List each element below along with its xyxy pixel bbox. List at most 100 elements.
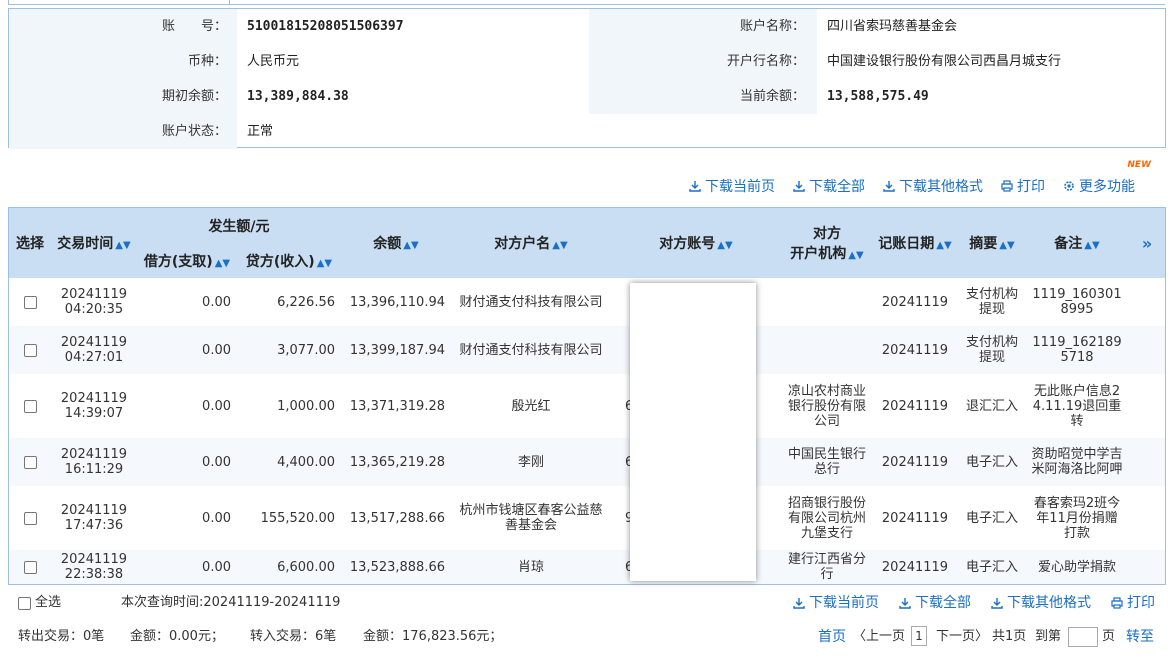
footer-download-all-label: 下载全部	[915, 595, 971, 611]
row-remark: 爱心助学捐款	[1027, 550, 1127, 584]
row-balance: 13,396,110.94	[349, 294, 445, 310]
download-other-format-button[interactable]: 下载其他格式	[883, 176, 983, 196]
table-row[interactable]: 20241119 04:20:35 0.00 6,226.56 13,396,110.9…	[9, 278, 1165, 326]
row-balance: 13,365,219.28	[341, 438, 451, 486]
sort-icon: ▲▼	[848, 250, 864, 261]
page-number-input[interactable]	[1068, 626, 1098, 647]
row-post-date: 20241119	[873, 326, 957, 374]
status-value: 正常	[247, 124, 274, 139]
row-checkbox[interactable]	[23, 343, 37, 357]
col-counter-bank[interactable]: 对方 开户机构 ▲▼	[781, 208, 873, 278]
col-credit-label: 贷方(收入)	[245, 254, 315, 270]
download-page-button[interactable]: 下载当前页	[689, 176, 775, 196]
row-counter-bank: 招商银行股份有限公司杭州九堡支行	[787, 495, 866, 541]
row-counter-bank: 中国民生银行总行	[781, 438, 873, 486]
row-select-cell	[9, 278, 51, 326]
row-select-cell	[9, 374, 51, 438]
expand-columns-icon[interactable]: »	[1127, 208, 1165, 278]
row-balance: 13,523,888.66	[341, 550, 451, 584]
col-balance-label: 余额	[373, 236, 402, 252]
row-time: 04:20:35	[64, 302, 124, 317]
printer-icon	[1001, 180, 1013, 192]
row-summary: 电子汇入	[965, 510, 1018, 526]
info-row-account: 账 号： 51001815208051506397 账户名称： 四川省索玛慈善基…	[9, 9, 1165, 44]
row-checkbox[interactable]	[23, 295, 37, 309]
col-remark[interactable]: 备注 ▲▼	[1027, 208, 1127, 278]
row-checkbox[interactable]	[23, 560, 37, 574]
row-credit: 4,400.00	[237, 438, 341, 486]
col-debit[interactable]: 借方(支取) ▲▼	[137, 244, 237, 278]
row-balance: 13,517,288.66	[349, 510, 445, 526]
col-balance[interactable]: 余额 ▲▼	[341, 208, 451, 278]
col-post-date[interactable]: 记账日期 ▲▼	[873, 208, 957, 278]
download-other-format-label: 下载其他格式	[899, 179, 983, 195]
row-counterparty: 财付通支付科技有限公司	[459, 294, 603, 310]
print-button[interactable]: 打印	[1001, 176, 1045, 196]
col-counterparty[interactable]: 对方户名 ▲▼	[451, 208, 611, 278]
out-count: 转出交易：0笔	[18, 629, 105, 644]
select-all-label: 全选	[35, 595, 62, 610]
page-current: 1	[911, 626, 927, 646]
row-counter-bank	[781, 326, 873, 374]
row-checkbox[interactable]	[23, 399, 37, 413]
row-credit: 6,226.56	[277, 294, 335, 310]
table-row[interactable]: 20241119 14:39:07 0.00 1,000.00 13,371,319.2…	[9, 374, 1165, 438]
row-date: 20241119	[60, 503, 128, 518]
row-checkbox[interactable]	[23, 455, 37, 469]
col-credit[interactable]: 贷方(收入) ▲▼	[237, 244, 341, 278]
col-counter-account-label: 对方账号	[659, 236, 716, 252]
row-time-cell: 20241119 17:47:36	[51, 486, 137, 550]
footer-download-page-button[interactable]: 下载当前页	[793, 588, 879, 618]
sort-icon: ▲▼	[403, 240, 419, 251]
page-unit: 页	[1102, 629, 1116, 644]
row-post-date: 20241119	[881, 294, 949, 310]
out-amount: 金额：0.00元；	[130, 629, 224, 644]
select-all-control[interactable]: 全选	[18, 588, 61, 618]
row-time-cell: 20241119 04:27:01	[51, 326, 137, 374]
prev-page-link[interactable]: 〈上一页	[853, 622, 905, 652]
col-counter-account[interactable]: 对方账号 ▲▼	[611, 208, 781, 278]
transactions-table: 选择 交易时间 ▲▼ 发生额/元 余额 ▲▼ 对方户名 ▲▼ 对方账号 ▲▼ 对方 开户机…	[8, 207, 1166, 585]
row-time: 17:47:36	[64, 518, 124, 533]
row-date: 20241119	[60, 287, 128, 302]
row-time-cell: 20241119 14:39:07	[51, 374, 137, 438]
col-time[interactable]: 交易时间 ▲▼	[51, 208, 137, 278]
row-empty-cell	[1127, 278, 1165, 326]
account-no-label: 账 号：	[9, 9, 237, 44]
download-all-button[interactable]: 下载全部	[793, 176, 865, 196]
footer-print-button[interactable]: 打印	[1111, 588, 1155, 618]
row-remark: 资助昭觉中学吉米阿海洛比阿呷	[1027, 438, 1127, 486]
col-summary[interactable]: 摘要 ▲▼	[957, 208, 1027, 278]
row-credit: 155,520.00	[260, 510, 335, 526]
go-button[interactable]: 转至	[1126, 622, 1154, 652]
col-post-date-label: 记账日期	[878, 236, 935, 252]
row-counter-bank: 建行江西省分行	[781, 550, 873, 584]
sort-icon: ▲▼	[999, 240, 1015, 251]
account-no-value: 51001815208051506397	[247, 19, 404, 34]
row-checkbox[interactable]	[23, 511, 37, 525]
next-page-link[interactable]: 下一页〉	[936, 622, 988, 652]
row-empty-cell	[1127, 326, 1165, 374]
row-select-cell	[9, 486, 51, 550]
table-row[interactable]: 20241119 17:47:36 0.00 155,520.00 13,517,288…	[9, 486, 1165, 550]
more-functions-button[interactable]: 更多功能	[1063, 176, 1135, 196]
info-row-currency: 币种： 人民币元 开户行名称： 中国建设银行股份有限公司西昌月城支行	[9, 44, 1165, 79]
col-remark-label: 备注	[1054, 236, 1083, 252]
total-pages: 共1页	[992, 629, 1027, 644]
table-row[interactable]: 20241119 16:11:29 0.00 4,400.00 13,365,219.2…	[9, 438, 1165, 486]
footer-download-all-button[interactable]: 下载全部	[899, 588, 971, 618]
col-debit-label: 借方(支取)	[143, 254, 213, 270]
row-remark: 1119_1603018995	[1032, 287, 1122, 317]
first-page-link[interactable]: 首页	[818, 622, 846, 652]
row-time: 22:38:38	[64, 567, 124, 582]
row-time-cell: 20241119 04:20:35	[51, 278, 137, 326]
row-counterparty: 财付通支付科技有限公司	[451, 326, 611, 374]
row-post-date: 20241119	[881, 398, 949, 414]
footer-download-other-button[interactable]: 下载其他格式	[991, 588, 1091, 618]
download-icon	[883, 181, 895, 192]
select-all-checkbox[interactable]	[18, 596, 31, 610]
table-row[interactable]: 20241119 04:27:01 0.00 3,077.00 13,399,187.9…	[9, 326, 1165, 374]
col-counter-bank-label-1: 对方	[813, 226, 841, 242]
table-row[interactable]: 20241119 22:38:38 0.00 6,600.00 13,523,888.6…	[9, 550, 1165, 584]
opening-balance-value: 13,389,884.38	[247, 89, 349, 104]
